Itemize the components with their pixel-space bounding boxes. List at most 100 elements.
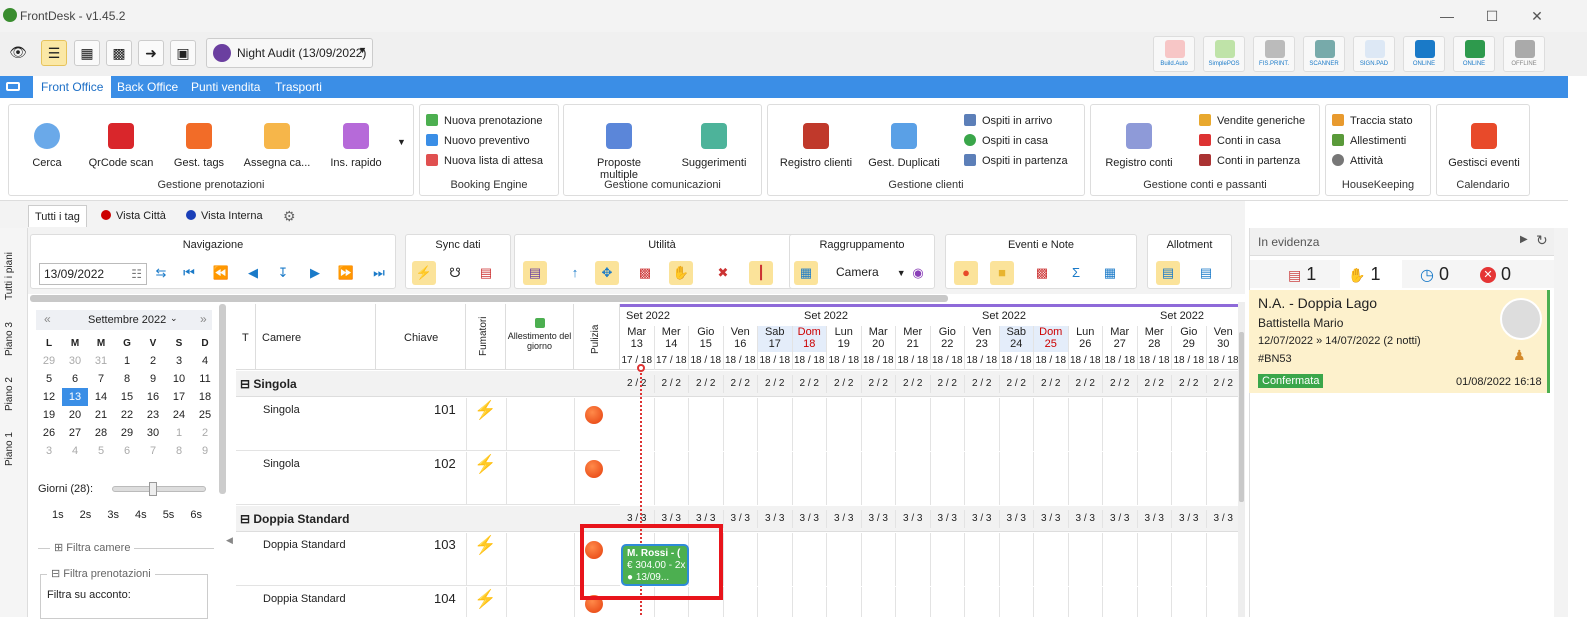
registro-conti-button[interactable]: Registro conti bbox=[1099, 123, 1179, 169]
booking-cell[interactable] bbox=[758, 398, 793, 451]
room-row[interactable]: Doppia Standard 104 ⚡ bbox=[236, 587, 1241, 617]
day-header[interactable]: Gio 15 bbox=[689, 326, 724, 352]
booking-cell[interactable] bbox=[965, 587, 1000, 617]
booking-cell[interactable] bbox=[862, 587, 896, 617]
traccia-stato-item[interactable]: Traccia stato bbox=[1332, 111, 1430, 131]
calendar-day[interactable]: 10 bbox=[166, 370, 192, 388]
cerca-button[interactable]: Cerca bbox=[7, 123, 87, 169]
calendar-day[interactable]: 31 bbox=[88, 352, 114, 370]
span-4s-button[interactable]: 4s bbox=[135, 509, 147, 521]
day-header[interactable]: Lun 26 bbox=[1069, 326, 1103, 352]
collapse-icon[interactable]: ⊟ bbox=[240, 512, 253, 526]
calendar-day[interactable]: 2 bbox=[192, 424, 218, 442]
assegna-camera-button[interactable]: Assegna ca... bbox=[237, 123, 317, 169]
booking-cell[interactable] bbox=[896, 398, 931, 451]
qrcode-scan-button[interactable]: QrCode scan bbox=[81, 123, 161, 169]
build-auto-button[interactable]: Build.Auto bbox=[1153, 36, 1195, 72]
calendar-day[interactable]: 30 bbox=[140, 424, 166, 442]
room-type-section[interactable]: ⊟ Singola 2 / 22 / 22 / 22 / 22 / 22 / 22… bbox=[236, 371, 1244, 397]
registro-clienti-button[interactable]: Registro clienti bbox=[776, 123, 856, 169]
calendar-day[interactable]: 5 bbox=[36, 370, 62, 388]
booking-cell[interactable] bbox=[1172, 533, 1207, 586]
proposte-multiple-button[interactable]: Proposte multiple bbox=[579, 123, 659, 181]
calendar-day[interactable]: 24 bbox=[166, 406, 192, 424]
day-header[interactable]: Dom 25 bbox=[1034, 326, 1069, 352]
booking-cell[interactable] bbox=[1069, 452, 1103, 505]
grid-view-button[interactable]: ▩ bbox=[106, 40, 132, 66]
gest-duplicati-button[interactable]: Gest. Duplicati bbox=[864, 123, 944, 169]
nuovo-preventivo-item[interactable]: Nuovo preventivo bbox=[426, 131, 558, 151]
collapse-icon[interactable]: ⊟ bbox=[240, 377, 253, 391]
booking-cell[interactable] bbox=[827, 587, 862, 617]
night-audit-dropdown[interactable]: Night Audit (13/09/2022) ▼ bbox=[206, 38, 373, 68]
calendar-day[interactable]: 30 bbox=[62, 352, 88, 370]
move-icon[interactable]: ✥ bbox=[595, 261, 619, 285]
horizontal-scrollbar[interactable] bbox=[30, 295, 948, 302]
calendar-day[interactable]: 2 bbox=[140, 352, 166, 370]
allotment-view-icon[interactable]: ▤ bbox=[1194, 261, 1218, 285]
table-columns-icon[interactable]: ▦ bbox=[1098, 261, 1122, 285]
booking-cell[interactable] bbox=[655, 398, 689, 451]
minimize-icon[interactable]: — bbox=[1437, 6, 1457, 26]
fast-forward-icon[interactable]: ⏩ bbox=[334, 261, 358, 285]
forward-icon[interactable]: ▶ bbox=[303, 261, 327, 285]
calendar-day[interactable]: 8 bbox=[166, 442, 192, 460]
day-header[interactable]: Ven 23 bbox=[965, 326, 1000, 352]
booking-cell[interactable] bbox=[896, 587, 931, 617]
booking-cell[interactable] bbox=[1069, 398, 1103, 451]
calendar-day[interactable]: 9 bbox=[140, 370, 166, 388]
calendar-day[interactable]: 6 bbox=[114, 442, 140, 460]
broadcast-icon[interactable]: ◉ bbox=[906, 261, 930, 285]
filtra-prenotazioni-toggle[interactable]: ⊟ Filtra prenotazioni bbox=[47, 567, 155, 580]
header-camere[interactable]: Camere bbox=[256, 304, 376, 370]
calendar-day[interactable]: 9 bbox=[192, 442, 218, 460]
calendar-day[interactable]: 18 bbox=[192, 388, 218, 406]
calendar-day[interactable]: 5 bbox=[88, 442, 114, 460]
next-month-icon[interactable]: » bbox=[200, 312, 207, 326]
span-2s-button[interactable]: 2s bbox=[80, 509, 92, 521]
booking-cell[interactable] bbox=[1103, 533, 1138, 586]
tab-pending[interactable]: ◷ 0 bbox=[1420, 264, 1449, 285]
attivita-item[interactable]: Attività bbox=[1332, 151, 1430, 171]
day-header[interactable]: Mer 14 bbox=[655, 326, 689, 352]
cleaning-status-icon[interactable] bbox=[585, 406, 603, 424]
filtra-camere-toggle[interactable]: ⊞ Filtra camere bbox=[50, 541, 135, 554]
tab-trasporti[interactable]: Trasporti bbox=[267, 76, 330, 98]
cleaning-status-icon[interactable] bbox=[585, 460, 603, 478]
today-line-icon[interactable]: ┃ bbox=[749, 261, 773, 285]
booking-cell[interactable] bbox=[1172, 452, 1207, 505]
calendar-day[interactable]: 11 bbox=[192, 370, 218, 388]
sort-icon[interactable]: ↑ bbox=[563, 261, 587, 285]
booking-cell[interactable] bbox=[1000, 398, 1034, 451]
booking-cell[interactable] bbox=[689, 398, 724, 451]
comment-icon[interactable]: ▤ bbox=[523, 261, 547, 285]
refresh-icon[interactable]: ↻ bbox=[1536, 232, 1548, 249]
booking-cell[interactable] bbox=[931, 452, 965, 505]
ospiti-partenza-item[interactable]: Ospiti in partenza bbox=[964, 151, 1068, 171]
calendar-day[interactable]: 12 bbox=[36, 388, 62, 406]
booking-cell[interactable] bbox=[793, 533, 827, 586]
prev-month-icon[interactable]: « bbox=[44, 312, 51, 326]
calendar-day[interactable]: 20 bbox=[62, 406, 88, 424]
span-6s-button[interactable]: 6s bbox=[190, 509, 202, 521]
tab-back-office[interactable]: Back Office bbox=[109, 76, 186, 98]
calendar-day[interactable]: 15 bbox=[114, 388, 140, 406]
evidenza-card[interactable]: N.A. - Doppia Lago Battistella Mario 12/… bbox=[1249, 290, 1550, 393]
day-header[interactable]: Sab 17 bbox=[758, 326, 793, 352]
group-select[interactable]: Camera ▼ bbox=[836, 265, 906, 279]
calendar-day[interactable]: 16 bbox=[140, 388, 166, 406]
ospiti-arrivo-item[interactable]: Ospiti in arrivo bbox=[964, 111, 1068, 131]
day-header[interactable]: Ven 16 bbox=[724, 326, 758, 352]
booking-cell[interactable] bbox=[793, 452, 827, 505]
tag-vista-citta[interactable]: Vista Città bbox=[95, 205, 172, 227]
booking-cell[interactable] bbox=[965, 452, 1000, 505]
calendar-day[interactable]: 4 bbox=[62, 442, 88, 460]
vendite-generiche-item[interactable]: Vendite generiche bbox=[1199, 111, 1305, 131]
calendar-day[interactable]: 17 bbox=[166, 388, 192, 406]
span-5s-button[interactable]: 5s bbox=[163, 509, 175, 521]
booking-cell[interactable] bbox=[862, 452, 896, 505]
conti-partenza-item[interactable]: Conti in partenza bbox=[1199, 151, 1305, 171]
booking-cell[interactable] bbox=[1000, 533, 1034, 586]
booking-cell[interactable] bbox=[1034, 587, 1069, 617]
simplepos-button[interactable]: SimplePOS bbox=[1203, 36, 1245, 72]
